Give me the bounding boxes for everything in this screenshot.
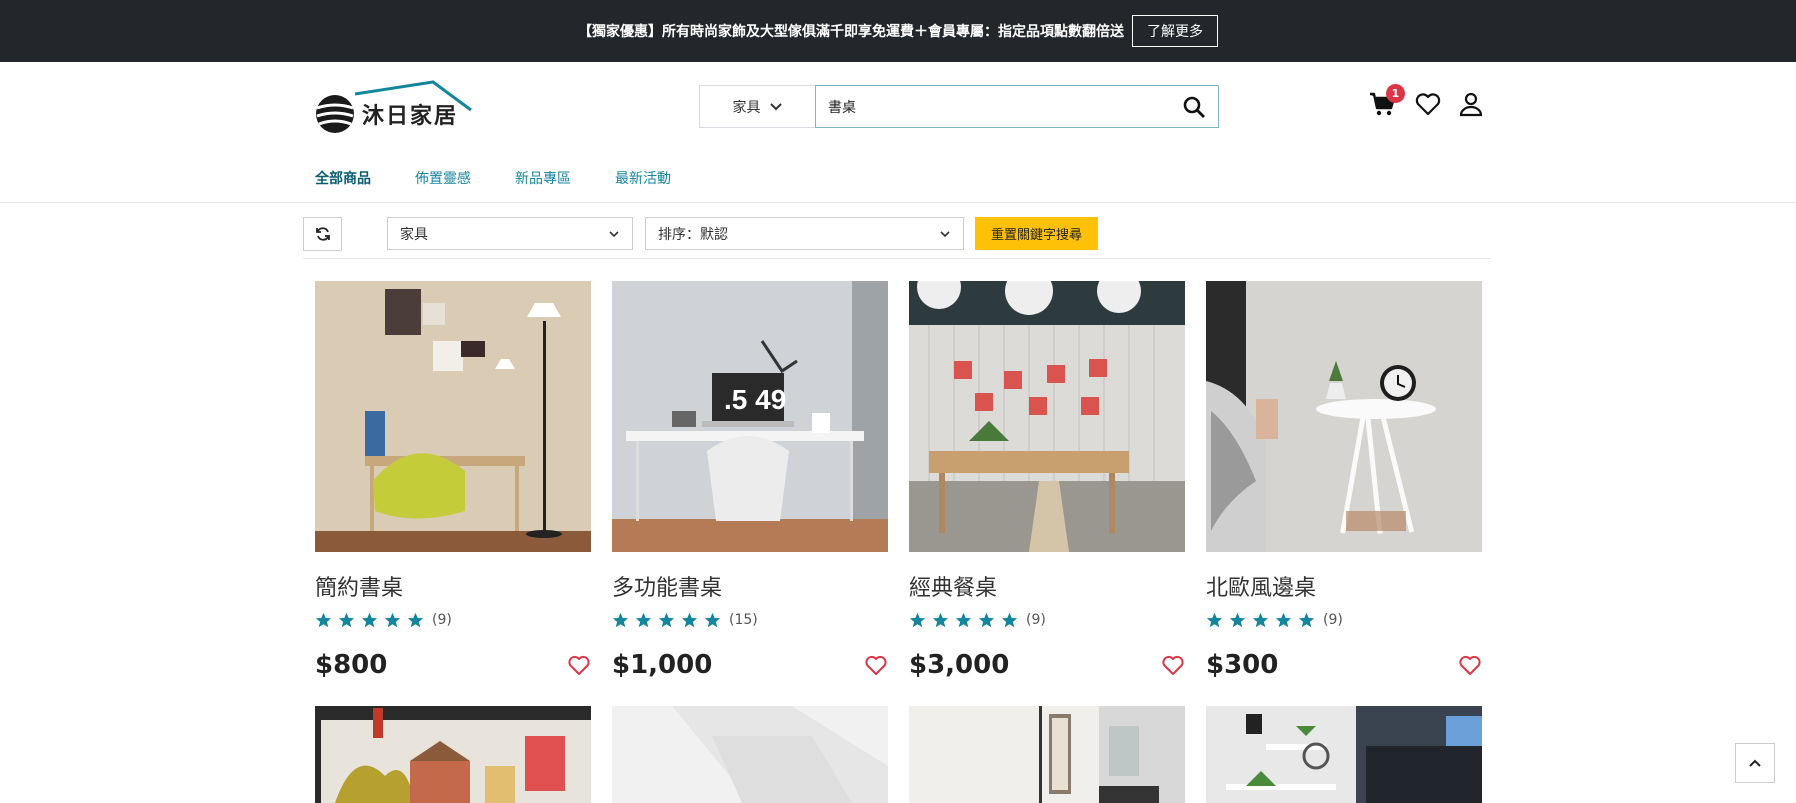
heart-icon[interactable] — [1458, 653, 1482, 677]
nav-all-products[interactable]: 全部商品 — [315, 168, 371, 188]
chevron-down-icon — [940, 230, 950, 237]
promo-text: 【獨家優惠】所有時尚家飾及大型傢俱滿千即享免運費＋會員專屬：指定品項點數翻倍送 — [578, 24, 1124, 40]
product-price: $800 — [315, 650, 388, 680]
star-icon — [1206, 612, 1223, 627]
product-card[interactable]: 簡約書桌 (9) $800 — [315, 281, 591, 680]
svg-text:.5 49: .5 49 — [724, 384, 786, 415]
star-icon — [407, 612, 424, 627]
search-input-wrap — [815, 85, 1219, 128]
product-price: $3,000 — [909, 650, 1010, 680]
search-input[interactable] — [828, 98, 1182, 115]
product-image[interactable] — [1206, 281, 1482, 552]
star-icon — [1252, 612, 1269, 627]
product-card[interactable]: 經典餐桌 (9) $3,000 — [909, 265, 1185, 680]
refresh-button[interactable] — [303, 217, 342, 251]
search-category-dropdown[interactable]: 家具 — [699, 85, 815, 128]
product-rating: (9) — [909, 610, 1185, 630]
star-icon — [978, 612, 995, 627]
category-select-value: 家具 — [400, 226, 428, 243]
search-category-label: 家具 — [732, 99, 761, 116]
product-title[interactable]: 多功能書桌 — [612, 570, 888, 601]
nav-inspiration[interactable]: 佈置靈感 — [415, 168, 471, 188]
product-price: $300 — [1206, 650, 1279, 680]
chevron-down-icon — [769, 102, 782, 110]
star-icon — [1001, 612, 1018, 627]
heart-icon[interactable] — [567, 653, 591, 677]
search-icon[interactable] — [1182, 95, 1206, 119]
heart-icon[interactable] — [1161, 653, 1185, 677]
star-icon — [338, 612, 355, 627]
cart-count-badge: 1 — [1386, 84, 1405, 103]
review-count: (15) — [729, 612, 758, 628]
search-bar: 家具 — [699, 85, 1219, 128]
product-rating: (15) — [612, 610, 888, 630]
product-image[interactable] — [315, 706, 591, 803]
product-image[interactable] — [1206, 706, 1482, 803]
product-title[interactable]: 經典餐桌 — [909, 570, 1185, 601]
review-count: (9) — [1323, 612, 1343, 628]
reset-keyword-button[interactable]: 重置關鍵字搜尋 — [975, 217, 1098, 250]
product-card[interactable]: 北歐風邊桌 (9) $300 — [1206, 281, 1482, 680]
star-icon — [704, 612, 721, 627]
star-icon — [1275, 612, 1292, 627]
header-divider — [0, 202, 1796, 203]
product-card[interactable]: .5 49 多功能書桌 (15) $1,000 — [612, 281, 888, 680]
star-icon — [635, 612, 652, 627]
star-icon — [909, 612, 926, 627]
back-to-top-button[interactable] — [1735, 743, 1775, 783]
star-icon — [361, 612, 378, 627]
main-nav: 全部商品 佈置靈感 新品專區 最新活動 — [315, 168, 671, 188]
star-icon — [1298, 612, 1315, 627]
sort-select-value: 排序：默認 — [658, 226, 728, 243]
star-icon — [315, 612, 332, 627]
star-icon — [1229, 612, 1246, 627]
chevron-up-icon — [1749, 759, 1761, 767]
promo-bar: 【獨家優惠】所有時尚家飾及大型傢俱滿千即享免運費＋會員專屬：指定品項點數翻倍送 … — [0, 0, 1796, 62]
star-icon — [955, 612, 972, 627]
product-title[interactable]: 北歐風邊桌 — [1206, 570, 1482, 601]
sort-select[interactable]: 排序：默認 — [645, 217, 964, 250]
review-count: (9) — [432, 612, 452, 628]
category-select[interactable]: 家具 — [387, 217, 633, 250]
product-image[interactable] — [909, 265, 1185, 552]
learn-more-button[interactable]: 了解更多 — [1132, 15, 1218, 47]
brand-name: 沐日家居 — [362, 104, 459, 129]
nav-new-arrivals[interactable]: 新品專區 — [515, 168, 571, 188]
star-icon — [932, 612, 949, 627]
heart-icon[interactable] — [1414, 90, 1442, 118]
product-image[interactable] — [909, 706, 1185, 803]
user-icon[interactable] — [1457, 90, 1485, 118]
product-image[interactable] — [612, 706, 888, 803]
product-price: $1,000 — [612, 650, 713, 680]
star-icon — [658, 612, 675, 627]
review-count: (9) — [1026, 612, 1046, 628]
star-icon — [681, 612, 698, 627]
chevron-down-icon — [609, 230, 619, 237]
star-icon — [612, 612, 629, 627]
product-title[interactable]: 簡約書桌 — [315, 570, 591, 601]
product-image[interactable] — [315, 281, 591, 552]
product-image[interactable]: .5 49 — [612, 281, 888, 552]
heart-icon[interactable] — [864, 653, 888, 677]
product-rating: (9) — [315, 610, 591, 630]
filter-divider — [303, 258, 1491, 259]
refresh-icon — [315, 227, 330, 241]
star-icon — [384, 612, 401, 627]
product-rating: (9) — [1206, 610, 1482, 630]
nav-latest-events[interactable]: 最新活動 — [615, 168, 671, 188]
